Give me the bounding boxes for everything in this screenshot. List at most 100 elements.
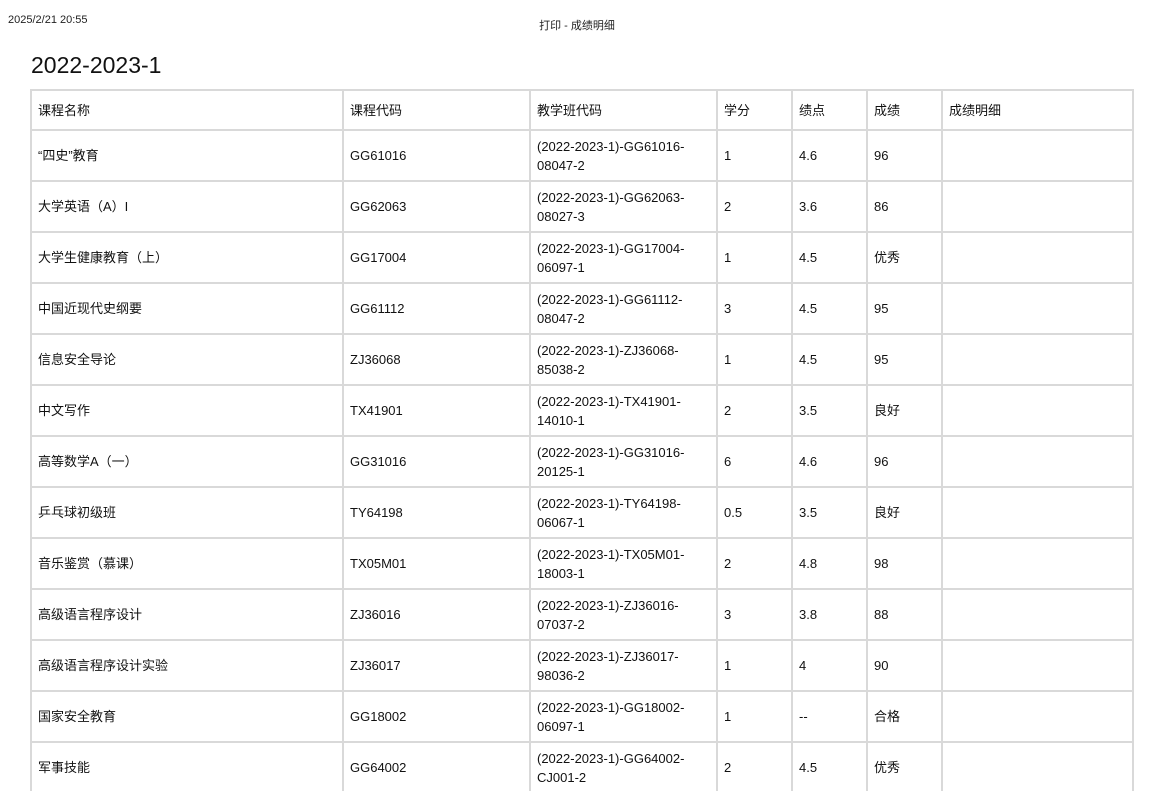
header-gpa: 绩点: [791, 89, 868, 131]
cell-gpa: 4.5: [791, 231, 868, 284]
cell-class-code: (2022-2023-1)-GG61112-08047-2: [529, 282, 718, 335]
cell-course-code: GG61016: [342, 129, 531, 182]
cell-score: 96: [866, 129, 943, 182]
cell-gpa: 4.5: [791, 333, 868, 386]
table-row: 中国近现代史纲要 GG61112 (2022-2023-1)-GG61112-0…: [30, 282, 1134, 335]
cell-score: 88: [866, 588, 943, 641]
cell-course-code: GG17004: [342, 231, 531, 284]
cell-score-detail: [941, 741, 1134, 794]
cell-gpa: 3.6: [791, 180, 868, 233]
cell-credit: 2: [716, 741, 793, 794]
cell-course-code: GG61112: [342, 282, 531, 335]
cell-gpa: 4.8: [791, 537, 868, 590]
cell-credit: 1: [716, 333, 793, 386]
table-row: “四史”教育 GG61016 (2022-2023-1)-GG61016-080…: [30, 129, 1134, 182]
cell-course-name: 高级语言程序设计: [30, 588, 344, 641]
cell-course-code: GG18002: [342, 690, 531, 743]
cell-gpa: 3.8: [791, 588, 868, 641]
cell-gpa: 4.6: [791, 435, 868, 488]
cell-score: 90: [866, 639, 943, 692]
cell-score-detail: [941, 333, 1134, 386]
cell-score: 合格: [866, 690, 943, 743]
cell-score-detail: [941, 486, 1134, 539]
cell-course-code: GG64002: [342, 741, 531, 794]
cell-score: 95: [866, 282, 943, 335]
cell-course-name: 乒乓球初级班: [30, 486, 344, 539]
print-title: 打印 - 成绩明细: [539, 20, 615, 32]
cell-gpa: 4.6: [791, 129, 868, 182]
table-row: 高级语言程序设计 ZJ36016 (2022-2023-1)-ZJ36016-0…: [30, 588, 1134, 641]
table-row: 大学英语（A）I GG62063 (2022-2023-1)-GG62063-0…: [30, 180, 1134, 233]
cell-class-code: (2022-2023-1)-ZJ36016-07037-2: [529, 588, 718, 641]
cell-course-code: GG31016: [342, 435, 531, 488]
table-row: 乒乓球初级班 TY64198 (2022-2023-1)-TY64198-060…: [30, 486, 1134, 539]
cell-score-detail: [941, 435, 1134, 488]
cell-course-name: 信息安全导论: [30, 333, 344, 386]
cell-score-detail: [941, 180, 1134, 233]
table-row: 音乐鉴赏（慕课） TX05M01 (2022-2023-1)-TX05M01-1…: [30, 537, 1134, 590]
cell-course-name: 大学英语（A）I: [30, 180, 344, 233]
cell-credit: 2: [716, 537, 793, 590]
cell-score: 优秀: [866, 741, 943, 794]
header-course-name: 课程名称: [30, 89, 344, 131]
cell-score: 98: [866, 537, 943, 590]
cell-credit: 2: [716, 384, 793, 437]
cell-credit: 3: [716, 282, 793, 335]
cell-score: 良好: [866, 384, 943, 437]
cell-course-name: 中文写作: [30, 384, 344, 437]
table-row: 国家安全教育 GG18002 (2022-2023-1)-GG18002-060…: [30, 690, 1134, 743]
cell-score: 86: [866, 180, 943, 233]
cell-class-code: (2022-2023-1)-GG31016-20125-1: [529, 435, 718, 488]
cell-score: 95: [866, 333, 943, 386]
cell-credit: 2: [716, 180, 793, 233]
cell-score-detail: [941, 282, 1134, 335]
cell-credit: 1: [716, 690, 793, 743]
cell-class-code: (2022-2023-1)-GG18002-06097-1: [529, 690, 718, 743]
print-header: 2025/2/21 20:55 打印 - 成绩明细: [8, 14, 1146, 32]
cell-course-name: 高等数学A（一）: [30, 435, 344, 488]
cell-score-detail: [941, 537, 1134, 590]
cell-course-name: 中国近现代史纲要: [30, 282, 344, 335]
cell-class-code: (2022-2023-1)-ZJ36068-85038-2: [529, 333, 718, 386]
table-row: 中文写作 TX41901 (2022-2023-1)-TX41901-14010…: [30, 384, 1134, 437]
header-score: 成绩: [866, 89, 943, 131]
grades-table: 课程名称 课程代码 教学班代码 学分 绩点 成绩 成绩明细 “四史”教育 GG6…: [30, 89, 1134, 794]
cell-score-detail: [941, 639, 1134, 692]
cell-course-code: GG62063: [342, 180, 531, 233]
cell-credit: 6: [716, 435, 793, 488]
cell-gpa: 3.5: [791, 486, 868, 539]
cell-credit: 0.5: [716, 486, 793, 539]
table-row: 高级语言程序设计实验 ZJ36017 (2022-2023-1)-ZJ36017…: [30, 639, 1134, 692]
cell-course-code: ZJ36068: [342, 333, 531, 386]
table-row: 大学生健康教育（上） GG17004 (2022-2023-1)-GG17004…: [30, 231, 1134, 284]
cell-class-code: (2022-2023-1)-TX05M01-18003-1: [529, 537, 718, 590]
cell-class-code: (2022-2023-1)-TX41901-14010-1: [529, 384, 718, 437]
term-title: 2022-2023-1: [31, 52, 162, 78]
cell-gpa: 4.5: [791, 741, 868, 794]
cell-score-detail: [941, 588, 1134, 641]
cell-course-code: ZJ36017: [342, 639, 531, 692]
cell-credit: 1: [716, 231, 793, 284]
cell-score-detail: [941, 384, 1134, 437]
table-row: 高等数学A（一） GG31016 (2022-2023-1)-GG31016-2…: [30, 435, 1134, 488]
cell-class-code: (2022-2023-1)-GG64002-CJ001-2: [529, 741, 718, 794]
cell-credit: 1: [716, 129, 793, 182]
header-credit: 学分: [716, 89, 793, 131]
cell-credit: 3: [716, 588, 793, 641]
cell-score-detail: [941, 129, 1134, 182]
cell-course-name: 大学生健康教育（上）: [30, 231, 344, 284]
cell-score-detail: [941, 690, 1134, 743]
header-class-code: 教学班代码: [529, 89, 718, 131]
cell-score: 96: [866, 435, 943, 488]
cell-course-code: TX05M01: [342, 537, 531, 590]
cell-gpa: 4: [791, 639, 868, 692]
table-header-row: 课程名称 课程代码 教学班代码 学分 绩点 成绩 成绩明细: [30, 89, 1134, 131]
cell-credit: 1: [716, 639, 793, 692]
header-score-detail: 成绩明细: [941, 89, 1134, 131]
cell-score: 优秀: [866, 231, 943, 284]
cell-score: 良好: [866, 486, 943, 539]
cell-class-code: (2022-2023-1)-GG62063-08027-3: [529, 180, 718, 233]
cell-course-name: “四史”教育: [30, 129, 344, 182]
cell-class-code: (2022-2023-1)-GG61016-08047-2: [529, 129, 718, 182]
table-row: 军事技能 GG64002 (2022-2023-1)-GG64002-CJ001…: [30, 741, 1134, 794]
